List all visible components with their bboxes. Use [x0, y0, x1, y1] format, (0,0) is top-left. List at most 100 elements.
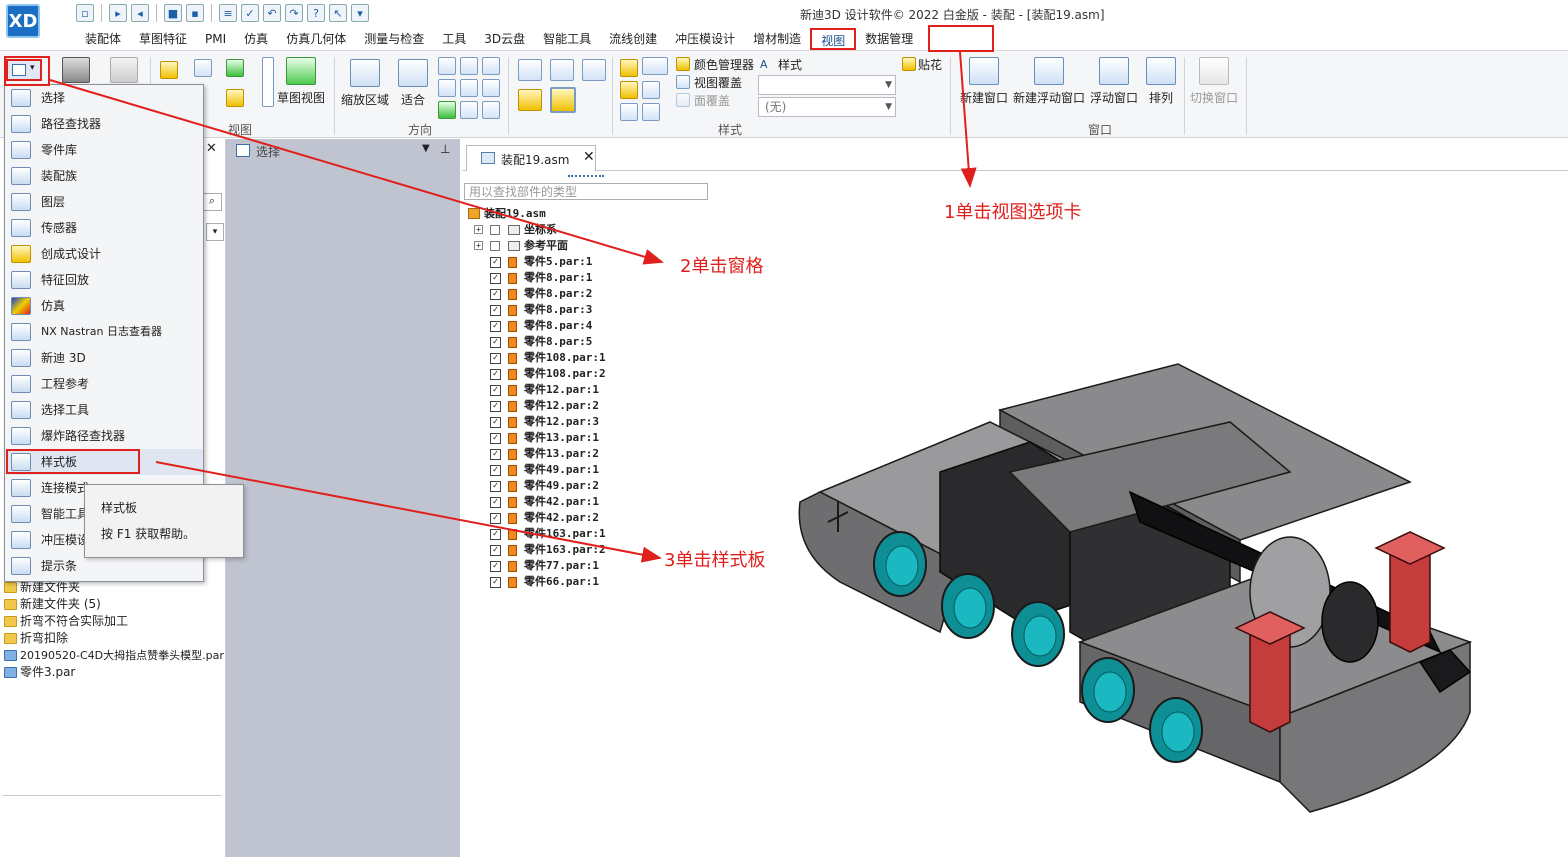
tree-root[interactable]: 装配19.asm: [468, 206, 728, 222]
tab-simulation-geometry[interactable]: 仿真几何体: [277, 28, 355, 50]
tab-stamping-die[interactable]: 冲压模设计: [666, 28, 744, 50]
tab-pmi[interactable]: PMI: [196, 28, 235, 50]
visibility-checkbox[interactable]: ✓: [490, 337, 501, 348]
view-top-icon[interactable]: [550, 59, 574, 81]
material-icon[interactable]: [620, 81, 638, 99]
visibility-checkbox[interactable]: ✓: [490, 561, 501, 572]
tab-smart-tools[interactable]: 智能工具: [534, 28, 600, 50]
visibility-checkbox[interactable]: ✓: [490, 529, 501, 540]
pan-view-icon[interactable]: [460, 79, 478, 97]
undo-icon[interactable]: ↶: [263, 4, 281, 22]
menu-item-layers[interactable]: 图层: [5, 189, 203, 215]
search-icon[interactable]: ⌕: [202, 193, 222, 211]
rotate-icon[interactable]: [482, 57, 500, 75]
menu-item-generative-design[interactable]: 创成式设计: [5, 241, 203, 267]
table-row[interactable]: ✓ 零件49.par:1: [468, 462, 728, 478]
view-iso-icon[interactable]: [518, 59, 542, 81]
pin-icon[interactable]: ⊥: [440, 142, 450, 156]
tab-tools[interactable]: 工具: [433, 28, 475, 50]
menu-item-simulation[interactable]: 仿真: [5, 293, 203, 319]
table-row[interactable]: ✓ 零件8.par:4: [468, 318, 728, 334]
visibility-checkbox[interactable]: ✓: [490, 273, 501, 284]
tab-simulation[interactable]: 仿真: [235, 28, 277, 50]
tab-streamline[interactable]: 流线创建: [600, 28, 666, 50]
table-row[interactable]: ✓ 零件66.par:1: [468, 574, 728, 590]
document-tab[interactable]: 装配19.asm ✕: [466, 145, 596, 171]
visibility-checkbox[interactable]: ✓: [490, 369, 501, 380]
table-row[interactable]: ✓ 零件163.par:1: [468, 526, 728, 542]
style-cube-icon[interactable]: [620, 59, 638, 77]
open-folder-icon[interactable]: ▸: [109, 4, 127, 22]
table-row[interactable]: ✓ 零件8.par:3: [468, 302, 728, 318]
table-row[interactable]: ✓ 零件8.par:5: [468, 334, 728, 350]
table-row[interactable]: ✓ 零件42.par:1: [468, 494, 728, 510]
tab-3d-cloud[interactable]: 3D云盘: [475, 28, 534, 50]
table-row[interactable]: ✓ 零件12.par:3: [468, 414, 728, 430]
shaded-edges-icon[interactable]: [550, 87, 576, 113]
visibility-checkbox[interactable]: ✓: [490, 305, 501, 316]
new-float-window-button[interactable]: 新建浮动窗口: [1012, 57, 1086, 106]
view-spin-icon[interactable]: [262, 57, 274, 107]
background-icon[interactable]: [642, 81, 660, 99]
view-cube-icon[interactable]: [160, 61, 178, 79]
view-front-icon[interactable]: [194, 59, 212, 77]
style-none-combo[interactable]: (无) ▼: [758, 97, 896, 117]
color-manager-button[interactable]: 颜色管理器: [694, 56, 754, 73]
redo-icon[interactable]: ↷: [285, 4, 303, 22]
tab-sketch-features[interactable]: 草图特征: [130, 28, 196, 50]
help-icon[interactable]: ?: [307, 4, 325, 22]
sketch-view-button[interactable]: 草图视图: [276, 57, 326, 106]
table-row[interactable]: ✓ 零件108.par:2: [468, 366, 728, 382]
table-row[interactable]: ✓ 零件8.par:2: [468, 286, 728, 302]
view-right-icon[interactable]: [582, 59, 606, 81]
look-at-icon[interactable]: [460, 101, 478, 119]
visibility-checkbox[interactable]: ✓: [490, 465, 501, 476]
3d-viewport[interactable]: [710, 172, 1568, 857]
zoom-area-button[interactable]: 缩放区域: [338, 59, 392, 108]
view-move-icon[interactable]: [226, 59, 244, 77]
table-row[interactable]: ✓ 零件13.par:2: [468, 446, 728, 462]
visibility-checkbox[interactable]: ✓: [490, 321, 501, 332]
menu-item-feature-playback[interactable]: 特征回放: [5, 267, 203, 293]
open-icon[interactable]: ◂: [131, 4, 149, 22]
orbit-icon[interactable]: [438, 101, 456, 119]
visibility-checkbox[interactable]: ✓: [490, 433, 501, 444]
new-window-button[interactable]: 新建窗口: [958, 57, 1010, 106]
lighting-icon[interactable]: [620, 103, 638, 121]
visibility-checkbox[interactable]: ✓: [490, 481, 501, 492]
visibility-checkbox[interactable]: [490, 241, 500, 251]
menu-item-sensors[interactable]: 传感器: [5, 215, 203, 241]
list-item[interactable]: 零件3.par: [0, 664, 224, 681]
menu-item-nastran-log[interactable]: NX Nastran 日志查看器: [5, 319, 203, 345]
visibility-checkbox[interactable]: ✓: [490, 401, 501, 412]
pan-icon[interactable]: [460, 57, 478, 75]
new-file-icon[interactable]: ▫: [76, 4, 94, 22]
visibility-checkbox[interactable]: ✓: [490, 353, 501, 364]
menu-item-explode-pathfinder[interactable]: 爆炸路径查找器: [5, 423, 203, 449]
shadow-icon[interactable]: [642, 103, 660, 121]
visibility-checkbox[interactable]: ✓: [490, 545, 501, 556]
splitter-handle[interactable]: [568, 175, 604, 178]
assembly-model[interactable]: [710, 172, 1568, 857]
tab-assembly[interactable]: 装配体: [76, 28, 130, 50]
view-down-icon[interactable]: [226, 89, 244, 107]
view-overlay-button[interactable]: 视图覆盖: [694, 74, 742, 91]
arrange-button[interactable]: 排列: [1142, 57, 1180, 106]
decal-button[interactable]: 贴花: [918, 56, 942, 73]
visibility-checkbox[interactable]: ✓: [490, 289, 501, 300]
expand-icon[interactable]: +: [474, 241, 483, 250]
close-icon[interactable]: ✕: [583, 149, 595, 165]
zoom-in-icon[interactable]: [438, 79, 456, 97]
style-combo[interactable]: ▼: [758, 75, 896, 95]
display-mode-icon[interactable]: [642, 57, 668, 75]
app-logo[interactable]: XD: [6, 4, 40, 38]
spin-icon[interactable]: [482, 79, 500, 97]
table-row[interactable]: ✓ 零件49.par:2: [468, 478, 728, 494]
tab-measure-inspect[interactable]: 测量与检查: [355, 28, 433, 50]
save-icon[interactable]: ■: [164, 4, 182, 22]
list-item[interactable]: 折弯不符合实际加工: [0, 613, 224, 630]
expand-icon[interactable]: +: [474, 225, 483, 234]
zoom-icon[interactable]: [438, 57, 456, 75]
save-all-icon[interactable]: ▪: [186, 4, 204, 22]
select-cursor-icon[interactable]: ↖: [329, 4, 347, 22]
